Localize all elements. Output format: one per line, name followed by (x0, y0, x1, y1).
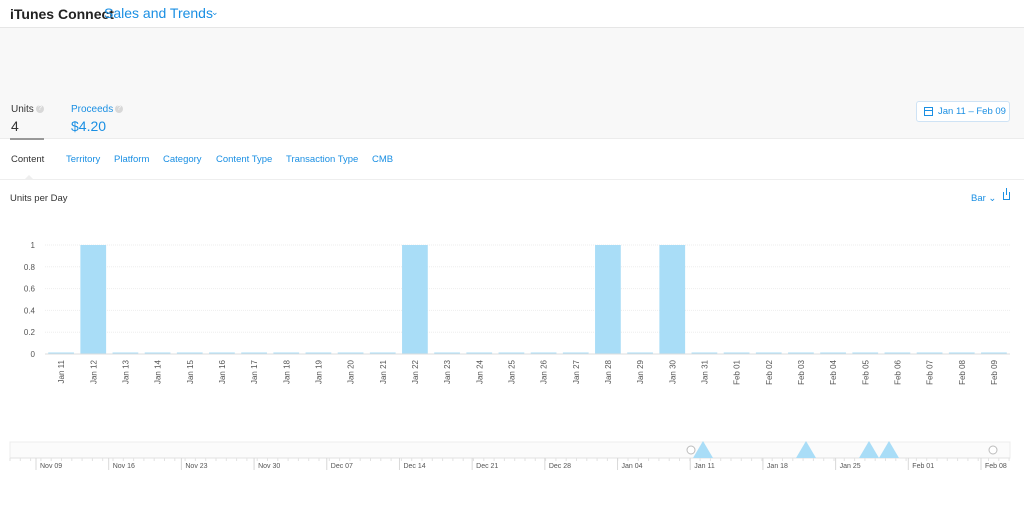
x-tick-label: Feb 05 (861, 359, 870, 384)
bar (595, 245, 621, 354)
y-tick-label: 0.4 (24, 306, 36, 315)
x-tick-label: Feb 01 (733, 359, 742, 384)
navigator-label: Dec 14 (403, 463, 425, 470)
x-tick-label: Jan 29 (636, 359, 645, 384)
x-tick-label: Feb 07 (926, 359, 935, 384)
x-tick-label: Feb 03 (797, 359, 806, 384)
y-tick-label: 0.2 (24, 328, 36, 337)
units-per-day-chart: 0 0.2 0.4 0.6 0.8 1 Jan 11 Jan 12 Jan 13 Jan 14 Ja… (9, 241, 1011, 470)
navigator-label: Jan 18 (767, 463, 788, 470)
x-tick-label: Feb 09 (990, 359, 999, 384)
y-tick-label: 0 (31, 350, 36, 359)
navigator-label: Jan 04 (622, 463, 643, 470)
navigator-label: Dec 07 (331, 463, 353, 470)
x-tick-label: Jan 25 (507, 359, 516, 384)
y-tick-label: 0.8 (24, 263, 36, 272)
navigator-label: Dec 21 (476, 463, 498, 470)
x-tick-label: Jan 20 (347, 359, 356, 384)
x-tick-label: Jan 22 (411, 359, 420, 384)
x-tick-label: Jan 15 (186, 359, 195, 384)
navigator-track (9, 441, 1011, 459)
navigator-label: Feb 08 (985, 463, 1007, 470)
bar (659, 245, 686, 354)
navigator-label: Nov 16 (113, 463, 135, 470)
navigator-label: Jan 25 (840, 463, 861, 470)
x-tick-label: Jan 18 (282, 359, 291, 384)
navigator-label: Nov 23 (185, 463, 207, 470)
x-tick-label: Feb 02 (765, 359, 774, 384)
x-tick-label: Jan 31 (700, 359, 709, 384)
y-tick-label: 1 (31, 241, 36, 250)
x-tick-label: Jan 16 (218, 359, 227, 384)
navigator-label: Dec 28 (549, 463, 571, 470)
x-tick-label: Jan 12 (89, 359, 98, 384)
x-tick-label: Jan 23 (443, 359, 452, 384)
x-tick-label: Jan 14 (154, 359, 163, 384)
navigator-label: Nov 09 (40, 463, 62, 470)
x-tick-label: Feb 06 (893, 359, 902, 384)
x-tick-label: Feb 04 (829, 359, 838, 384)
x-tick-label: Jan 17 (250, 359, 259, 384)
bar (402, 245, 428, 354)
x-tick-label: Jan 11 (57, 359, 66, 383)
x-tick-label: Jan 24 (475, 359, 484, 384)
x-tick-label: Jan 30 (668, 359, 677, 384)
bar (80, 245, 107, 354)
x-tick-label: Jan 13 (121, 359, 130, 384)
navigator-label: Jan 11 (694, 463, 715, 470)
navigator-label: Feb 01 (912, 463, 934, 470)
x-tick-label: Jan 26 (540, 359, 549, 384)
x-tick-label: Jan 19 (314, 359, 323, 384)
x-tick-label: Jan 21 (379, 359, 388, 384)
x-tick-label: Jan 28 (604, 359, 613, 384)
range-handle-left (686, 445, 696, 455)
navigator-label: Nov 30 (258, 463, 280, 470)
y-tick-label: 0.6 (24, 285, 36, 294)
x-tick-label: Feb 08 (958, 359, 967, 384)
x-tick-label: Jan 27 (572, 359, 581, 384)
range-handle-right (988, 445, 998, 455)
